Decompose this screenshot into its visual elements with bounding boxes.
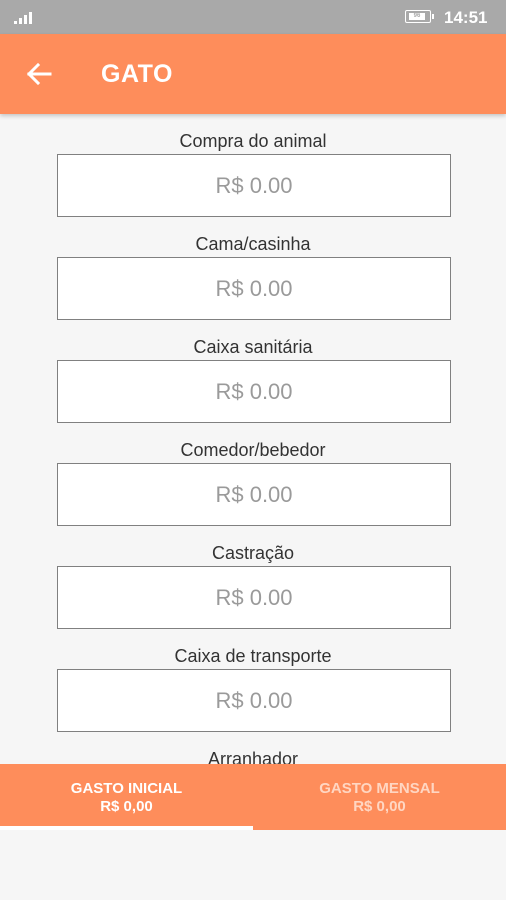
- battery-level: 96: [409, 13, 425, 20]
- tab-gasto-inicial[interactable]: GASTO INICIAL R$ 0,00: [0, 764, 253, 830]
- page-title: GATO: [101, 60, 173, 88]
- signal-icon: [14, 11, 38, 24]
- tab-gasto-mensal-label: GASTO MENSAL: [319, 780, 440, 797]
- field-label-arranhador: Arranhador: [207, 749, 299, 764]
- app-bar: GATO: [0, 34, 506, 114]
- tab-gasto-inicial-label: GASTO INICIAL: [70, 780, 183, 797]
- field-label-comedor-bebedor: Comedor/bebedor: [180, 440, 326, 460]
- bottom-tab-bar: GASTO INICIAL R$ 0,00 GASTO MENSAL R$ 0,…: [0, 764, 506, 830]
- field-label-caixa-sanitaria: Caixa sanitária: [193, 337, 313, 357]
- cama-casinha-input[interactable]: R$ 0.00: [57, 257, 451, 320]
- caixa-sanitaria-input[interactable]: R$ 0.00: [57, 360, 451, 423]
- field-label-caixa-de-transporte: Caixa de transporte: [174, 646, 332, 666]
- compra-do-animal-input[interactable]: R$ 0.00: [57, 154, 451, 217]
- caixa-de-transporte-input[interactable]: R$ 0.00: [57, 669, 451, 732]
- tab-gasto-inicial-value: R$ 0,00: [100, 798, 153, 815]
- comedor-bebedor-input[interactable]: R$ 0.00: [57, 463, 451, 526]
- bottom-blank-area: [0, 830, 506, 900]
- status-bar: 96 14:51: [0, 0, 506, 34]
- arrow-left-icon: [26, 63, 52, 85]
- expense-form[interactable]: Compra do animal R$ 0.00 Cama/casinha R$…: [0, 114, 506, 764]
- field-label-compra-do-animal: Compra do animal: [179, 131, 327, 151]
- back-button[interactable]: [20, 54, 60, 94]
- field-label-cama-casinha: Cama/casinha: [195, 234, 311, 254]
- battery-icon: 96: [405, 10, 434, 23]
- tab-gasto-mensal-value: R$ 0,00: [353, 798, 406, 815]
- field-label-castracao: Castração: [211, 543, 295, 563]
- castracao-input[interactable]: R$ 0.00: [57, 566, 451, 629]
- status-time: 14:51: [444, 8, 488, 27]
- tab-gasto-mensal[interactable]: GASTO MENSAL R$ 0,00: [253, 764, 506, 830]
